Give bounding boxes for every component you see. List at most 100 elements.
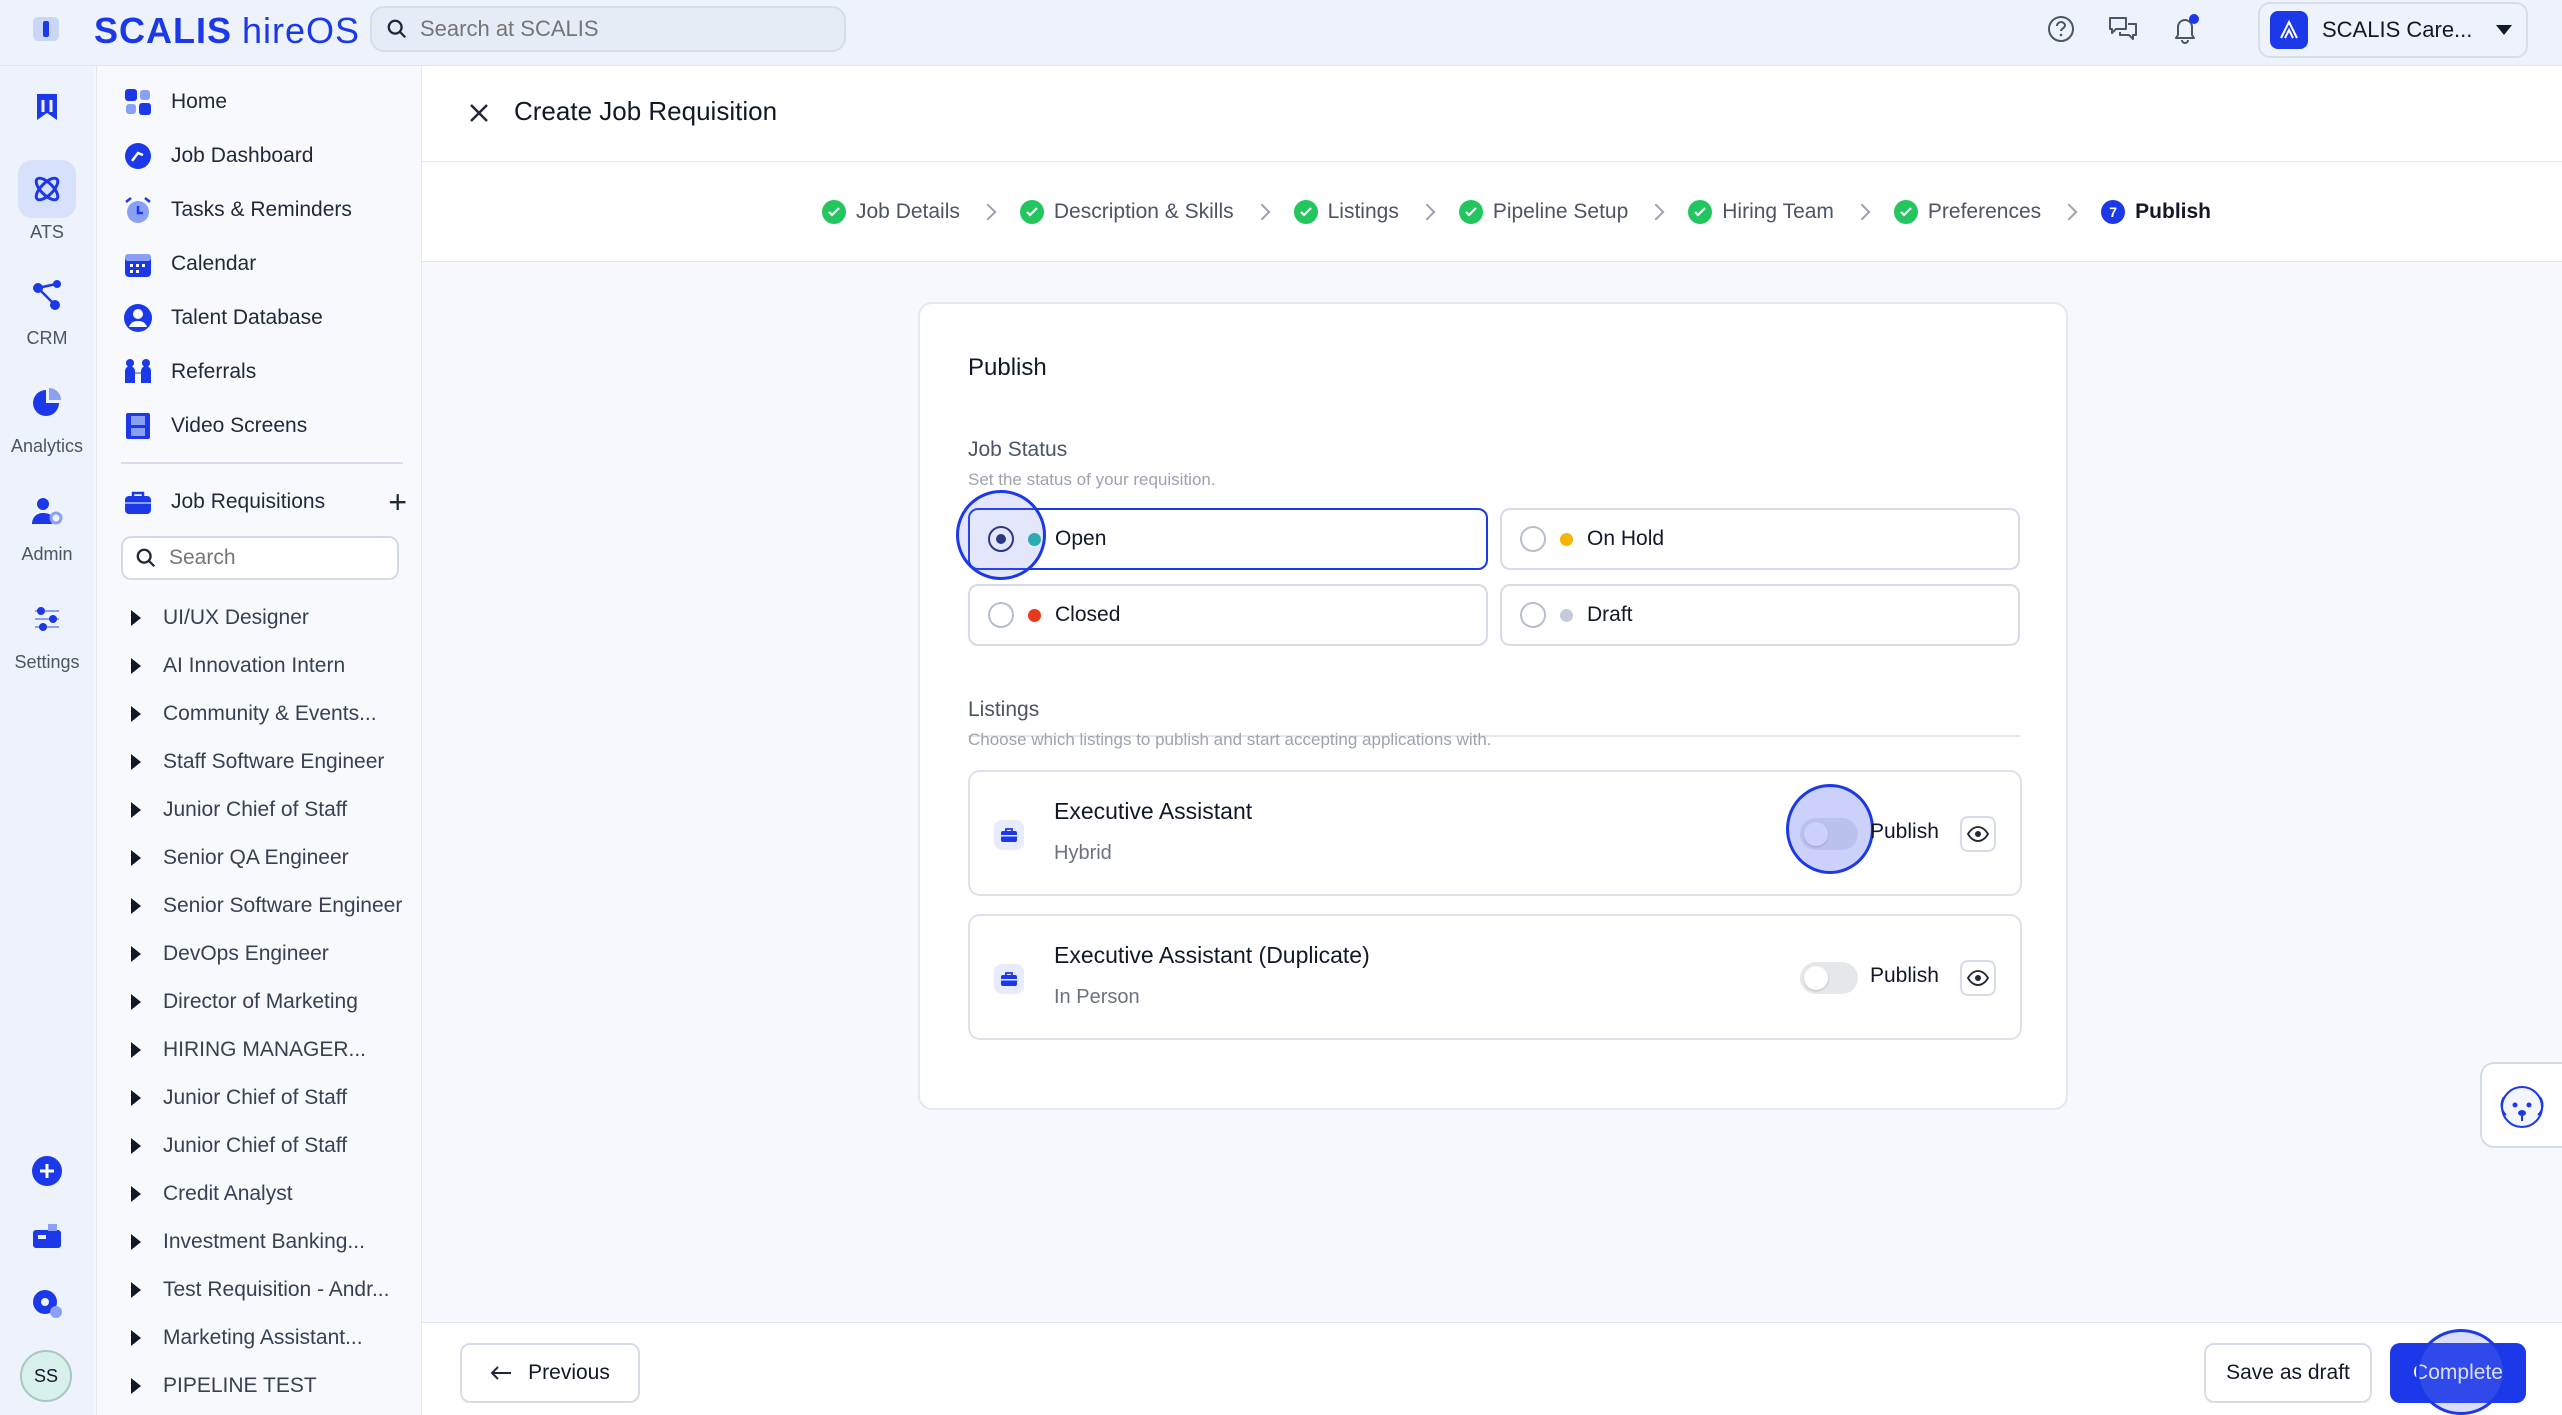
listing-subtitle: Hybrid — [1054, 842, 1112, 864]
caret-right-icon[interactable] — [131, 1330, 141, 1346]
help-icon[interactable] — [2044, 12, 2078, 46]
caret-right-icon[interactable] — [131, 1378, 141, 1394]
previous-button[interactable]: Previous — [460, 1343, 640, 1403]
publish-toggle[interactable] — [1800, 962, 1858, 994]
status-option-open[interactable]: Open — [968, 508, 1488, 570]
rail-item-ats[interactable]: ATS — [0, 160, 94, 243]
brand-logo[interactable]: SCALIS hireOS — [94, 10, 360, 51]
close-button[interactable] — [462, 96, 496, 130]
sidebar-item-talent-database[interactable]: Talent Database — [121, 298, 323, 338]
list-item[interactable]: AI Innovation Intern — [121, 642, 411, 690]
notification-bell-icon[interactable] — [2168, 12, 2202, 46]
caret-right-icon[interactable] — [131, 1138, 141, 1154]
caret-right-icon[interactable] — [131, 850, 141, 866]
publish-title: Publish — [968, 354, 1047, 381]
list-item[interactable]: Junior Chief of Staff — [121, 1122, 411, 1170]
list-item[interactable]: Senior QA Engineer — [121, 834, 411, 882]
complete-button[interactable]: Complete — [2390, 1343, 2526, 1403]
radio-button[interactable] — [1520, 602, 1546, 628]
list-item[interactable]: Junior Chief of Staff — [121, 1074, 411, 1122]
rail-item-bookmarks[interactable] — [0, 78, 94, 136]
save-draft-button[interactable]: Save as draft — [2204, 1343, 2372, 1403]
job-status-label: Job Status — [968, 438, 1068, 461]
job-requisitions-header[interactable]: Job Requisitions + — [121, 482, 407, 522]
list-item[interactable]: Senior Software Engineer — [121, 882, 411, 930]
sidebar-item-tasks[interactable]: Tasks & Reminders — [121, 190, 352, 230]
caret-right-icon[interactable] — [131, 1186, 141, 1202]
step-publish[interactable]: 7 Publish — [2101, 200, 2211, 224]
rail-item-crm[interactable]: CRM — [0, 266, 94, 349]
step-description-skills[interactable]: Description & Skills — [1019, 200, 1234, 224]
sidebar-item-referrals[interactable]: Referrals — [121, 352, 256, 392]
list-item[interactable]: Investment Banking... — [121, 1218, 411, 1266]
preview-button[interactable] — [1960, 816, 1996, 852]
account-switcher[interactable]: SCALIS Care... — [2258, 2, 2528, 58]
global-search-input[interactable] — [420, 16, 800, 42]
requisition-search[interactable] — [121, 536, 399, 580]
publish-card: Publish Job Status Set the status of you… — [918, 302, 2068, 1110]
caret-right-icon[interactable] — [131, 994, 141, 1010]
step-listings[interactable]: Listings — [1293, 200, 1399, 224]
caret-right-icon[interactable] — [131, 898, 141, 914]
dog-mascot-icon — [2500, 1086, 2544, 1128]
caret-right-icon[interactable] — [131, 802, 141, 818]
listing-card: Executive Assistant Hybrid Publish — [968, 770, 2022, 896]
list-item[interactable]: Credit Analyst — [121, 1170, 411, 1218]
rail-integrations-button[interactable] — [0, 1274, 94, 1332]
step-pipeline-setup[interactable]: Pipeline Setup — [1458, 200, 1628, 224]
list-item[interactable]: Director of Marketing — [121, 978, 411, 1026]
status-option-on-hold[interactable]: On Hold — [1500, 508, 2020, 570]
caret-right-icon[interactable] — [131, 1090, 141, 1106]
radio-button[interactable] — [1520, 526, 1546, 552]
sidebar-item-job-dashboard[interactable]: Job Dashboard — [121, 136, 313, 176]
briefcase-icon — [994, 964, 1024, 994]
caret-right-icon[interactable] — [131, 706, 141, 722]
caret-right-icon[interactable] — [131, 658, 141, 674]
list-item[interactable]: HIRING MANAGER... — [121, 1026, 411, 1074]
list-item[interactable]: Test Requisition - Andr... — [121, 1266, 411, 1314]
list-item[interactable]: PIPELINE TEST — [121, 1362, 411, 1410]
sidebar-item-calendar[interactable]: Calendar — [121, 244, 256, 284]
caret-right-icon[interactable] — [131, 1282, 141, 1298]
rail-item-admin[interactable]: Admin — [0, 482, 94, 565]
user-avatar[interactable]: SS — [20, 1350, 72, 1402]
rail-inbox-button[interactable] — [0, 1208, 94, 1266]
list-item[interactable]: Community & Events... — [121, 690, 411, 738]
add-requisition-button[interactable]: + — [388, 486, 407, 518]
rail-item-settings[interactable]: Settings — [0, 590, 94, 673]
sidebar-item-video-screens[interactable]: Video Screens — [121, 406, 307, 446]
check-circle-icon — [822, 200, 846, 224]
step-hiring-team[interactable]: Hiring Team — [1688, 200, 1834, 224]
sidebar-toggle-button[interactable] — [28, 14, 64, 44]
radio-button[interactable] — [988, 526, 1014, 552]
list-item[interactable]: Junior Chief of Staff — [121, 786, 411, 834]
list-item[interactable]: Marketing Assistant... — [121, 1314, 411, 1362]
caret-right-icon[interactable] — [131, 610, 141, 626]
sidebar-item-home[interactable]: Home — [121, 82, 227, 122]
assistant-mascot-button[interactable] — [2480, 1062, 2562, 1148]
chevron-right-icon — [2060, 203, 2078, 221]
integrations-icon — [18, 1274, 76, 1332]
chat-icon[interactable] — [2106, 12, 2140, 46]
rail-item-analytics[interactable]: Analytics — [0, 374, 94, 457]
caret-right-icon[interactable] — [131, 946, 141, 962]
radio-button[interactable] — [988, 602, 1014, 628]
status-option-closed[interactable]: Closed — [968, 584, 1488, 646]
rail-label-admin: Admin — [21, 544, 73, 564]
rail-add-button[interactable] — [0, 1142, 94, 1200]
publish-toggle[interactable] — [1800, 818, 1858, 850]
list-item[interactable]: UI/UX Designer — [121, 594, 411, 642]
caret-right-icon[interactable] — [131, 1042, 141, 1058]
status-option-draft[interactable]: Draft — [1500, 584, 2020, 646]
caret-right-icon[interactable] — [131, 1234, 141, 1250]
list-item[interactable]: Staff Software Engineer — [121, 738, 411, 786]
requisition-search-input[interactable] — [169, 546, 369, 570]
step-preferences[interactable]: Preferences — [1893, 200, 2041, 224]
list-item[interactable]: DevOps Engineer — [121, 930, 411, 978]
step-label: Job Details — [856, 200, 960, 223]
caret-right-icon[interactable] — [131, 754, 141, 770]
global-search[interactable] — [370, 6, 846, 52]
preview-button[interactable] — [1960, 960, 1996, 996]
step-job-details[interactable]: Job Details — [822, 200, 960, 224]
brand-main: SCALIS — [94, 10, 233, 51]
